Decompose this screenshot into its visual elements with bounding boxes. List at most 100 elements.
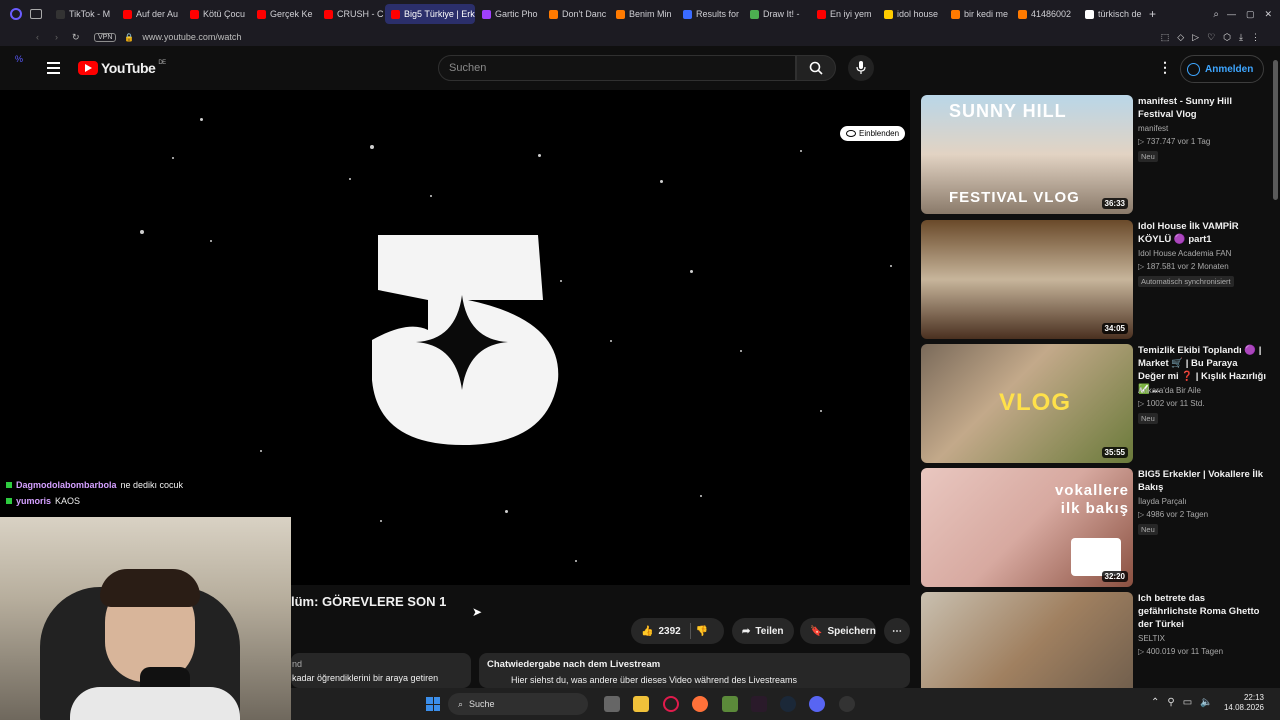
recommendation-title[interactable]: Ich betrete das gefährlichste Roma Ghett… (1138, 592, 1266, 631)
video-thumbnail[interactable]: 34:05 (921, 220, 1133, 339)
dislike-icon[interactable]: 👎 (696, 626, 708, 637)
show-chat-button[interactable]: Einblenden (840, 126, 906, 141)
search-tabs-icon[interactable]: ⌕ (1213, 9, 1219, 20)
chat-replay-box[interactable]: Chatwiedergabe nach dem Livestream Hier … (479, 653, 910, 688)
like-icon[interactable]: 👍 (641, 626, 653, 637)
browser-tab[interactable]: bir kedi me (945, 4, 1011, 24)
channel-name[interactable]: İlayda Parçalı (1138, 497, 1186, 506)
firefox-icon[interactable] (692, 696, 708, 712)
more-actions-button[interactable]: ⋯ (884, 618, 910, 644)
browser-tab[interactable]: idol house (878, 4, 944, 24)
sidebar-toggle-icon[interactable]: % (15, 54, 23, 64)
views-and-age: 187.581 vor 2 Monaten (1146, 262, 1229, 271)
browser-tab[interactable]: Don't Danc (543, 4, 609, 24)
browser-tab[interactable]: En iyi yem (811, 4, 877, 24)
browser-tab[interactable]: Results for (677, 4, 743, 24)
recommendation-card[interactable]: VLOG 35:55 Temizlik Ekibi Toplandı 🟣 | Mar… (921, 344, 1271, 463)
steam-icon[interactable] (780, 696, 796, 712)
chat-badge-icon (6, 498, 12, 504)
back-icon[interactable]: ‹ (36, 32, 39, 42)
address-bar: ‹ › ↻ VPN 🔒 www.youtube.com/watch ⬚◇▷♡⬡⤓… (0, 28, 1280, 46)
app-icon[interactable] (751, 696, 767, 712)
video-player[interactable]: Einblenden (0, 90, 910, 585)
streamer-hair (100, 569, 200, 607)
minecraft-icon[interactable] (722, 696, 738, 712)
browser-tab[interactable]: Kötü Çocu (184, 4, 250, 24)
maximize-icon[interactable]: ▢ (1246, 9, 1255, 20)
recommendation-title[interactable]: Idol House İlk VAMPİR KÖYLÜ 🟣 part1 (1138, 220, 1266, 246)
browser-tab[interactable]: 41486002 (1012, 4, 1078, 24)
tab-label: TikTok - M (69, 9, 111, 19)
browser-tab[interactable]: Big5 Türkiye | Erkek (385, 4, 475, 24)
search-button[interactable] (796, 55, 836, 81)
windows-start-icon[interactable] (426, 697, 440, 711)
tab-label: 41486002 (1031, 9, 1072, 19)
views-and-age: 400.019 vor 11 Tagen (1146, 647, 1224, 656)
browser-tab[interactable]: Gerçek Ke (251, 4, 317, 24)
video-title: lüm: GÖREVLERE SON 1 (291, 594, 447, 609)
video-thumbnail[interactable]: SUNNY HILL FESTIVAL VLOG 36:33 (921, 95, 1133, 214)
vpn-badge[interactable]: VPN (94, 32, 117, 42)
video-duration: 35:55 (1101, 447, 1128, 458)
browser-logo-icon[interactable] (10, 8, 22, 20)
share-icon: ➦ (742, 625, 751, 637)
chat-replay-title: Chatwiedergabe nach dem Livestream (487, 659, 661, 670)
menu-icon[interactable] (47, 62, 60, 74)
youtube-logo[interactable]: YouTube DE (78, 60, 166, 76)
video-meta: ▷ 4986 vor 2 Tagen (1138, 510, 1209, 519)
obs-icon[interactable] (839, 696, 855, 712)
description-box[interactable]: nd kadar öğrendiklerini bir araya getire… (291, 653, 471, 688)
recommendation-card[interactable]: 34:05 Idol House İlk VAMPİR KÖYLÜ 🟣 part1… (921, 220, 1271, 339)
tab-label: Benim Min (629, 9, 672, 19)
forward-icon[interactable]: › (55, 32, 58, 42)
lock-icon: 🔒 (124, 32, 135, 42)
more-options-icon[interactable]: ⋮ (1158, 59, 1172, 76)
search-input[interactable]: Suchen (438, 55, 796, 81)
voice-search-button[interactable] (848, 55, 874, 81)
opera-icon[interactable] (663, 696, 679, 712)
browser-tab[interactable]: Auf der Au (117, 4, 183, 24)
chat-username: yumoris (16, 496, 52, 506)
chat-message: Dagmodolabombarbola ne dedikı cocuk (6, 480, 183, 490)
recommendation-title[interactable]: manifest - Sunny Hill Festival Vlog (1138, 95, 1266, 121)
like-count[interactable]: 2392 (658, 626, 680, 637)
browser-tab[interactable]: Draw It! - (744, 4, 810, 24)
system-clock[interactable]: 22:13 14.08.2026 (1224, 693, 1264, 713)
tab-favicon-icon (884, 9, 893, 19)
taskbar-search[interactable]: ⌕ Suche (448, 693, 588, 715)
url-field[interactable]: www.youtube.com/watch (142, 32, 241, 42)
task-view-icon[interactable] (604, 696, 620, 712)
recommendation-card[interactable]: vokallere ilk bakış 32:20 BIG5 Erkekler | … (921, 468, 1271, 587)
thumbnail-text: SUNNY HILL (949, 101, 1067, 121)
channel-name[interactable]: SELTIX (1138, 634, 1165, 643)
file-explorer-icon[interactable] (633, 696, 649, 712)
recommendation-card[interactable]: SUNNY HILL FESTIVAL VLOG 36:33 manifest - S… (921, 95, 1271, 214)
noise-speck (740, 350, 742, 352)
browser-tab[interactable]: türkisch de (1079, 4, 1145, 24)
extensions-icon[interactable]: ⬚◇▷♡⬡⤓⋮ (1161, 32, 1268, 43)
video-thumbnail[interactable]: VLOG 35:55 (921, 344, 1133, 463)
noise-speck (200, 118, 203, 121)
browser-tab[interactable]: CRUSH - C (318, 4, 384, 24)
scrollbar-thumb[interactable] (1273, 60, 1278, 200)
video-duration: 32:20 (1101, 571, 1128, 582)
browser-tab[interactable]: Gartic Pho (476, 4, 542, 24)
close-icon[interactable]: ✕ (1264, 9, 1272, 20)
signin-label: Anmelden (1205, 63, 1254, 75)
channel-name[interactable]: manifest (1138, 124, 1168, 133)
channel-name[interactable]: Ankara'da Bir Aile (1138, 386, 1201, 395)
browser-tab[interactable]: TikTok - M (50, 4, 116, 24)
tab-list-icon[interactable] (30, 9, 42, 19)
share-button[interactable]: ➦ Teilen (732, 618, 794, 644)
discord-icon[interactable] (809, 696, 825, 712)
tray-icons[interactable]: ⌃⚲▭🔈 (1151, 697, 1221, 708)
signin-button[interactable]: Anmelden (1180, 55, 1265, 83)
reload-icon[interactable]: ↻ (72, 32, 80, 43)
channel-name[interactable]: Idol House Academia FAN (1138, 249, 1231, 258)
save-button[interactable]: 🔖 Speichern (800, 618, 876, 644)
new-tab-icon[interactable]: + (1149, 7, 1156, 21)
recommendation-title[interactable]: BIG5 Erkekler | Vokallere İlk Bakış (1138, 468, 1266, 494)
minimize-icon[interactable]: — (1227, 9, 1236, 19)
video-thumbnail[interactable]: vokallere ilk bakış 32:20 (921, 468, 1133, 587)
browser-tab[interactable]: Benim Min (610, 4, 676, 24)
